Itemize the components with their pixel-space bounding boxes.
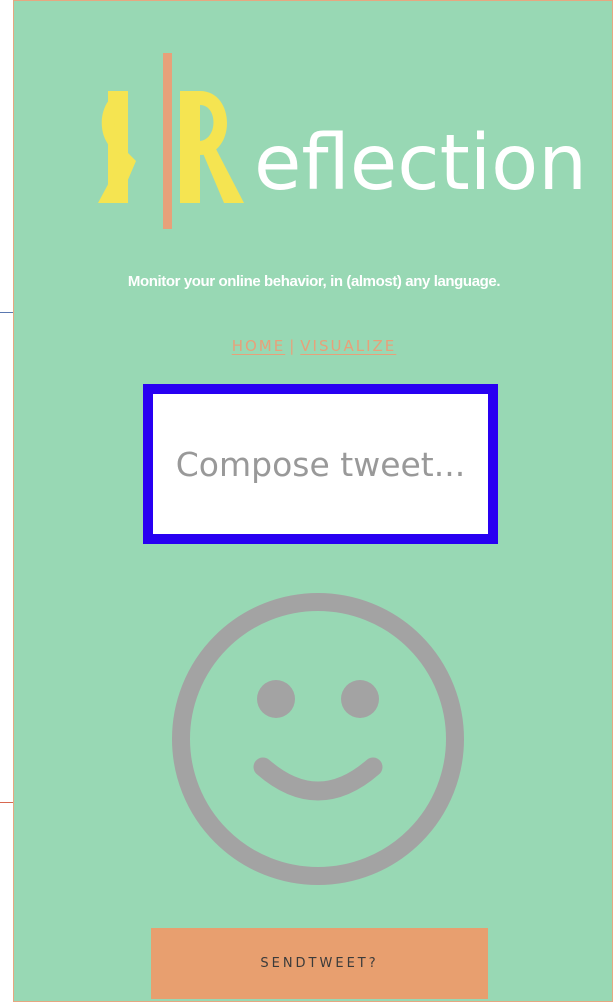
logo-wordmark: eflection [254, 119, 588, 208]
nav-separator: | [289, 337, 297, 355]
compose-placeholder: Compose tweet... [175, 444, 466, 484]
send-tweet-button[interactable]: SENDTWEET? [151, 928, 488, 999]
app-panel: eflection Monitor your online behavior, … [13, 0, 613, 1002]
compose-tweet-input[interactable]: Compose tweet... [143, 384, 498, 544]
nav-bar: HOME | VISUALIZE [14, 337, 612, 355]
left-edge-line-bottom [0, 802, 13, 803]
left-edge-line-top [0, 312, 13, 313]
logo[interactable]: eflection [84, 51, 588, 231]
nav-home-link[interactable]: HOME [232, 337, 286, 355]
tagline: Monitor your online behavior, in (almost… [127, 273, 501, 290]
nav-visualize-link[interactable]: VISUALIZE [300, 337, 396, 355]
smiley-face-icon [172, 593, 464, 885]
